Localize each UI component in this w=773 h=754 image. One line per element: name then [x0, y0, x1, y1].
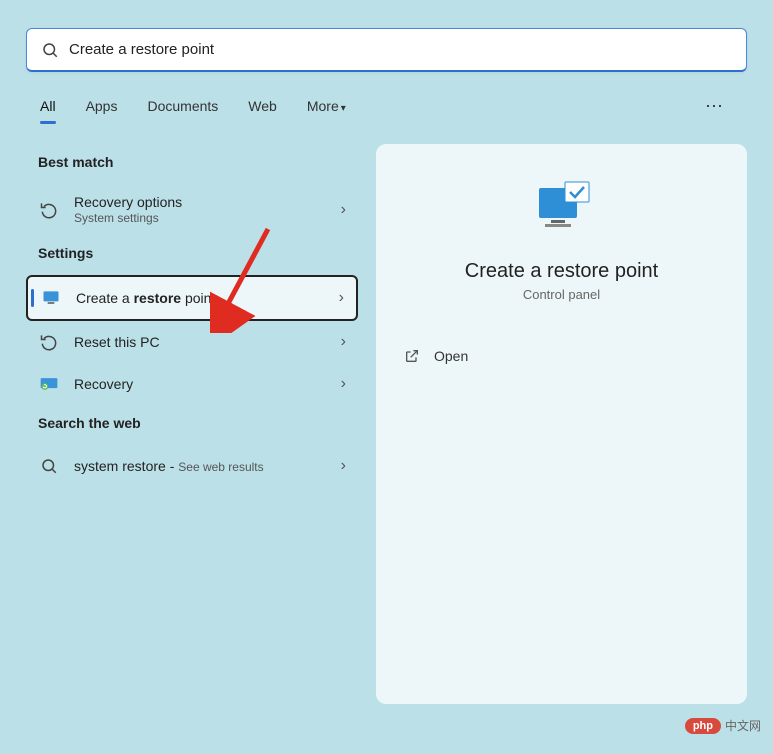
section-best-match: Best match [38, 154, 358, 170]
preview-title: Create a restore point [400, 260, 723, 283]
tab-web[interactable]: Web [248, 94, 277, 118]
chevron-right-icon: › [341, 375, 346, 393]
chevron-down-icon: ▾ [341, 103, 346, 114]
preview-sub: Control panel [400, 287, 723, 302]
results-pane: Best match Recovery options System setti… [26, 144, 358, 704]
result-title: Reset this PC [74, 334, 335, 350]
result-sub: System settings [74, 211, 335, 225]
recovery-options-icon [38, 199, 60, 221]
chevron-right-icon: › [341, 457, 346, 475]
reset-pc-icon [38, 331, 60, 353]
search-bar[interactable] [26, 28, 747, 72]
chevron-right-icon: › [339, 289, 344, 307]
filter-tabs: All Apps Documents Web More▾ ⋯ [0, 86, 773, 126]
search-icon [38, 455, 60, 477]
recovery-icon [38, 373, 60, 395]
monitor-icon [40, 287, 62, 309]
result-create-restore-point[interactable]: Create a restore point › [26, 275, 358, 321]
result-recovery-options[interactable]: Recovery options System settings › [26, 184, 358, 235]
tab-all[interactable]: All [40, 94, 56, 118]
open-icon [404, 348, 420, 364]
search-input[interactable] [69, 41, 732, 58]
preview-icon [400, 180, 723, 242]
result-title: Recovery options [74, 194, 335, 210]
result-reset-pc[interactable]: Reset this PC › [26, 321, 358, 363]
chevron-right-icon: › [341, 201, 346, 219]
result-recovery[interactable]: Recovery › [26, 363, 358, 405]
tab-documents[interactable]: Documents [147, 94, 218, 118]
action-label: Open [434, 348, 468, 364]
result-title: Recovery [74, 376, 335, 392]
result-title: Create a restore point [76, 290, 333, 306]
overflow-menu[interactable]: ⋯ [697, 92, 733, 121]
section-settings: Settings [38, 245, 358, 261]
chevron-right-icon: › [341, 333, 346, 351]
action-open[interactable]: Open [400, 338, 723, 374]
tab-more[interactable]: More▾ [307, 94, 346, 118]
tab-apps[interactable]: Apps [86, 94, 118, 118]
preview-pane: Create a restore point Control panel Ope… [376, 144, 747, 704]
result-web-system-restore[interactable]: system restore - See web results › [26, 445, 358, 487]
section-search-web: Search the web [38, 415, 358, 431]
search-icon [41, 41, 59, 59]
result-title: system restore - See web results [74, 458, 335, 474]
